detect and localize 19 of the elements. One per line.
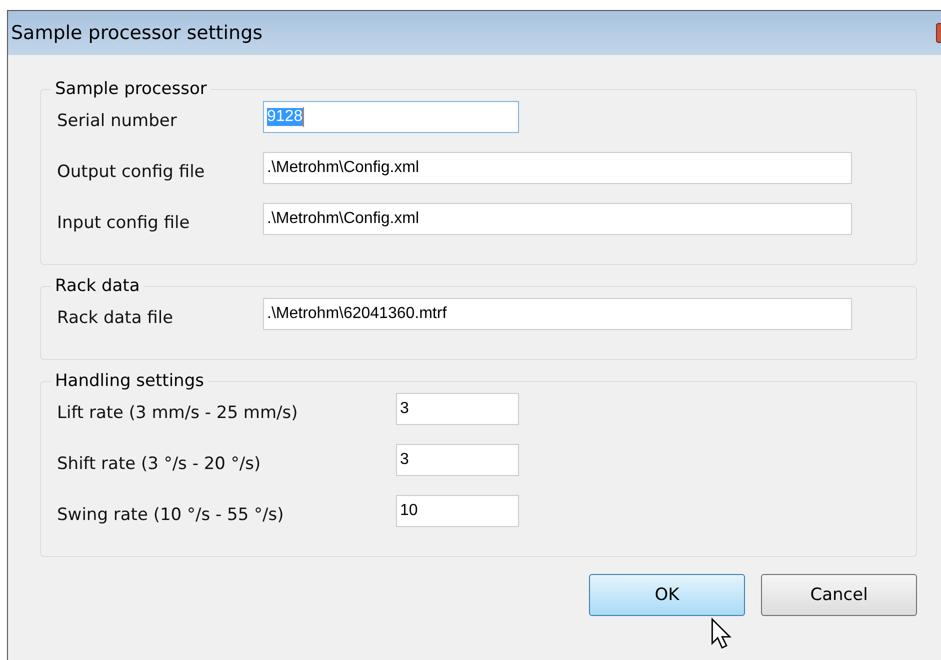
input-field[interactable]: .\Metrohm\62041360.mtrf bbox=[263, 298, 852, 330]
field-label: Input config file bbox=[57, 212, 191, 233]
dialog-button[interactable]: Cancel bbox=[761, 574, 917, 616]
mouse-pointer-icon bbox=[710, 617, 732, 650]
input-field[interactable]: 3 bbox=[396, 444, 519, 476]
dialog-button[interactable]: OK bbox=[589, 574, 745, 616]
window-title: Sample processor settings bbox=[11, 22, 263, 44]
input-field[interactable]: .\Metrohm\Config.xml bbox=[263, 203, 852, 235]
field-label: Shift rate (3 °/s - 20 °/s) bbox=[57, 453, 262, 474]
field-label: Serial number bbox=[57, 110, 178, 131]
input-field[interactable]: 10 bbox=[396, 495, 519, 527]
input-field[interactable]: .\Metrohm\Config.xml bbox=[263, 152, 852, 184]
field-label: Rack data file bbox=[57, 307, 174, 328]
field-label: Lift rate (3 mm/s - 25 mm/s) bbox=[57, 402, 299, 423]
field-label: Swing rate (10 °/s - 55 °/s) bbox=[57, 504, 285, 525]
group-title: Handling settings bbox=[51, 371, 208, 391]
field-label: Output config file bbox=[57, 161, 206, 182]
group-title: Sample processor bbox=[51, 79, 211, 99]
input-field[interactable]: 3 bbox=[396, 393, 519, 425]
